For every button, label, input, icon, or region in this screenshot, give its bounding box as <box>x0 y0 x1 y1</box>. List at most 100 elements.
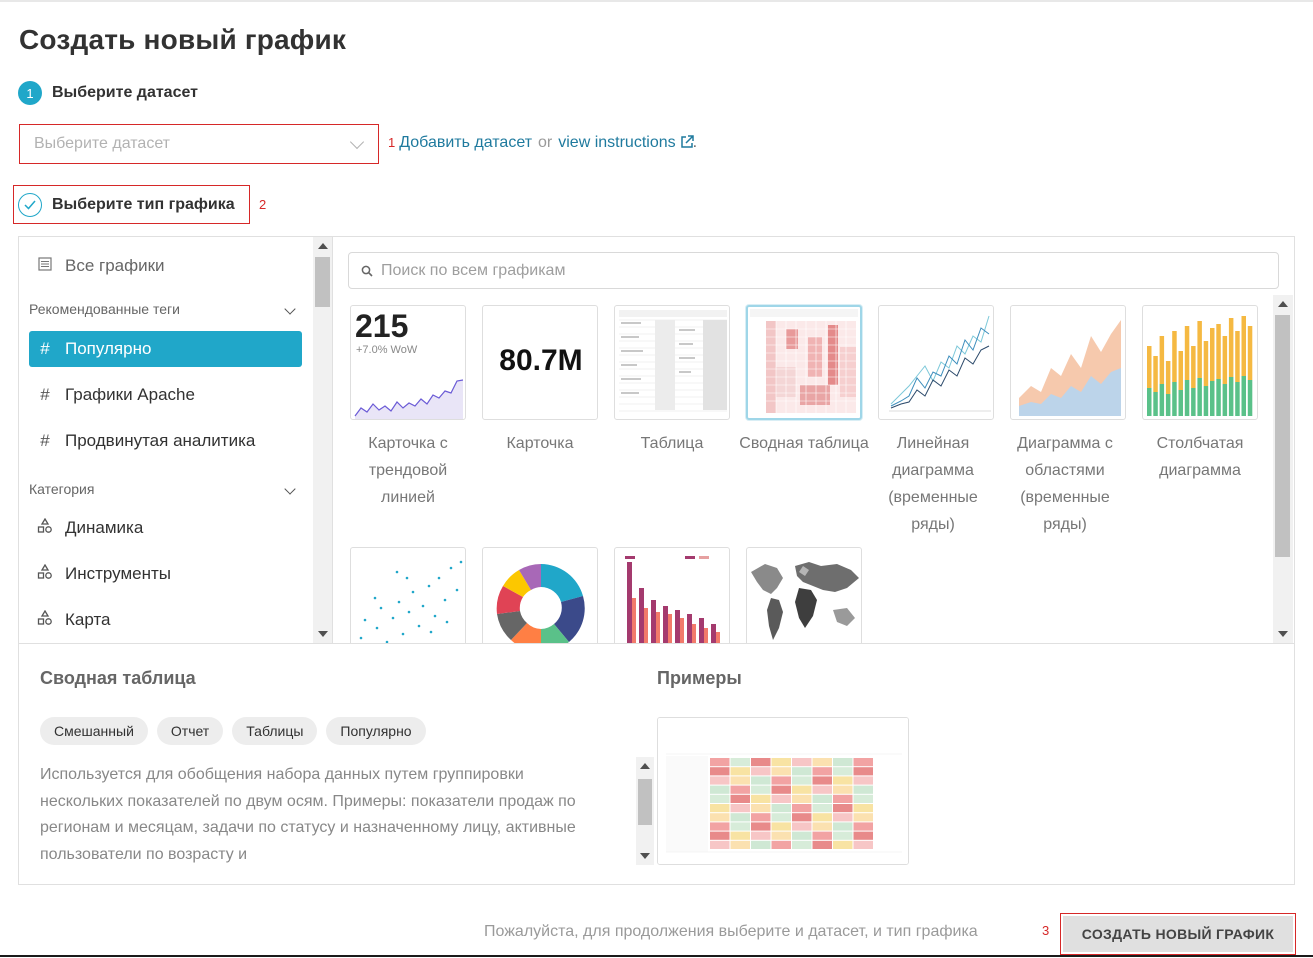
scroll-up-arrow-icon[interactable] <box>640 763 650 769</box>
gallery-divider <box>19 643 1294 644</box>
hash-icon: # <box>40 385 50 404</box>
scatter-thumb-icon <box>359 560 463 643</box>
line-chart-thumb-icon <box>889 315 991 412</box>
chevron-down-icon <box>284 303 296 315</box>
chart-tile-donut[interactable] <box>482 547 598 643</box>
big-number-value: 215 <box>355 308 409 344</box>
chart-tile-scatter[interactable] <box>350 547 466 643</box>
top-divider <box>0 0 1313 2</box>
chart-type-gallery: Все графики Рекомендованные теги # Попул… <box>18 236 1295 885</box>
scrollbar-thumb[interactable] <box>638 779 652 825</box>
example-pivot-image[interactable] <box>657 717 909 865</box>
annotation-marker-3: 3 <box>1042 923 1050 938</box>
scroll-up-arrow-icon[interactable] <box>318 243 328 249</box>
chart-tag[interactable]: Популярно <box>326 717 426 745</box>
sidebar-item-apache-charts[interactable]: # Графики Apache <box>29 377 302 413</box>
chart-tile-line-chart[interactable] <box>878 305 994 420</box>
view-instructions-link[interactable]: view instructions <box>558 134 675 152</box>
selected-chart-title: Сводная таблица <box>40 668 196 688</box>
list-icon <box>37 256 53 276</box>
chart-tile-mixed-bar[interactable] <box>614 547 730 643</box>
sidebar-item-dynamics[interactable]: Динамика <box>29 510 302 546</box>
or-text: or <box>538 134 553 151</box>
dataset-select[interactable]: Выберите датасет <box>19 124 379 164</box>
annotation-marker-2: 2 <box>259 197 267 212</box>
step-number-badge: 1 <box>18 81 42 105</box>
page-title: Создать новый график <box>19 24 347 55</box>
scroll-down-arrow-icon[interactable] <box>1278 631 1288 637</box>
gallery-scrollbar[interactable] <box>1273 295 1293 643</box>
category-header[interactable]: Категория <box>29 481 302 497</box>
hash-icon: # <box>40 431 50 450</box>
mixed-bar-thumb-icon <box>625 556 720 643</box>
dataset-select-placeholder: Выберите датасет <box>34 135 171 152</box>
chart-tag[interactable]: Таблицы <box>232 717 318 745</box>
scroll-down-arrow-icon[interactable] <box>640 853 650 859</box>
chart-label: Сводная таблица <box>739 435 869 452</box>
sidebar-item-popular[interactable]: # Популярно <box>29 331 302 367</box>
sidebar-scrollbar[interactable] <box>313 237 332 643</box>
chart-tile-area-chart[interactable] <box>1010 305 1126 420</box>
sidebar-item-label: Динамика <box>65 518 144 537</box>
world-map-thumb-icon <box>751 562 859 640</box>
category-label: Категория <box>29 481 95 497</box>
chevron-down-icon <box>349 134 365 150</box>
create-chart-button[interactable]: СОЗДАТЬ НОВЫЙ ГРАФИК <box>1060 913 1296 955</box>
chart-label: Диаграмма с областями (временные ряды) <box>1017 435 1113 533</box>
trendline-thumb-icon <box>354 379 464 419</box>
search-icon <box>361 265 373 277</box>
check-circle-icon <box>18 192 42 217</box>
create-chart-button-label: СОЗДАТЬ НОВЫЙ ГРАФИК <box>1063 916 1293 952</box>
chart-label: Карточка <box>506 435 574 452</box>
chart-search-placeholder: Поиск по всем графикам <box>381 261 566 279</box>
external-link-icon[interactable] <box>680 134 694 148</box>
big-number-value: 80.7M <box>499 344 583 377</box>
add-dataset-link[interactable]: Добавить датасет <box>399 134 532 152</box>
chart-label: Линейная диаграмма (временные ряды) <box>888 435 978 533</box>
chart-tile-pivot-table[interactable] <box>746 305 862 420</box>
chart-gallery-main: Поиск по всем графикам 215 +7.0% WoW 80.… <box>334 237 1294 643</box>
chart-search-input[interactable]: Поиск по всем графикам <box>348 252 1279 289</box>
examples-scrollbar[interactable] <box>636 757 654 865</box>
examples-title: Примеры <box>657 668 742 688</box>
sidebar-item-advanced-analytics[interactable]: # Продвинутая аналитика <box>29 423 302 459</box>
area-chart-thumb-icon <box>1019 320 1121 416</box>
sidebar-item-label: Все графики <box>65 256 165 275</box>
chart-tile-big-number[interactable]: 80.7M <box>482 305 598 420</box>
sidebar-item-label: Продвинутая аналитика <box>65 431 256 450</box>
donut-thumb-icon <box>496 564 585 643</box>
sidebar-item-label: Инструменты <box>65 564 172 583</box>
chart-tag[interactable]: Отчет <box>156 717 224 745</box>
scroll-down-arrow-icon[interactable] <box>318 631 328 637</box>
chart-tile-big-number-trendline[interactable]: 215 +7.0% WoW <box>350 305 466 420</box>
sidebar-item-label: Популярно <box>65 339 152 358</box>
sidebar-item-map[interactable]: Карта <box>29 602 302 638</box>
pivot-example-thumb-icon <box>658 718 908 864</box>
scrollbar-thumb[interactable] <box>1275 315 1290 557</box>
recommended-tags-header[interactable]: Рекомендованные теги <box>29 301 302 317</box>
scrollbar-thumb[interactable] <box>315 257 330 307</box>
dataset-links: 1 Добавить датасет or view instructions … <box>388 134 697 152</box>
footer-hint: Пожалуйста, для продолжения выберите и д… <box>484 923 978 940</box>
step-1-header: 1 Выберите датасет <box>18 81 198 105</box>
chart-label: Столбчатая диаграмма <box>1156 435 1244 479</box>
chart-type-sidebar: Все графики Рекомендованные теги # Попул… <box>19 237 333 643</box>
big-number-sub: +7.0% WoW <box>356 344 418 356</box>
chart-tile-table[interactable] <box>614 305 730 420</box>
sidebar-item-label: Графики Apache <box>65 385 195 404</box>
sidebar-item-label: Карта <box>65 610 111 629</box>
category-icon <box>37 609 53 631</box>
sidebar-item-all-charts[interactable]: Все графики <box>29 248 302 284</box>
chart-tile-world-map[interactable] <box>746 547 862 643</box>
category-icon <box>37 563 53 585</box>
annotation-marker-1: 1 <box>388 135 396 150</box>
chart-label: Таблица <box>640 435 704 452</box>
chevron-down-icon <box>284 483 296 495</box>
chart-tile-bar-chart[interactable] <box>1142 305 1258 420</box>
scroll-up-arrow-icon[interactable] <box>1278 301 1288 307</box>
chart-tags: Смешанный Отчет Таблицы Популярно <box>40 717 426 745</box>
step-1-label: Выберите датасет <box>52 84 198 101</box>
bar-chart-thumb-icon <box>1147 316 1253 416</box>
sidebar-item-tools[interactable]: Инструменты <box>29 556 302 592</box>
chart-tag[interactable]: Смешанный <box>40 717 148 745</box>
